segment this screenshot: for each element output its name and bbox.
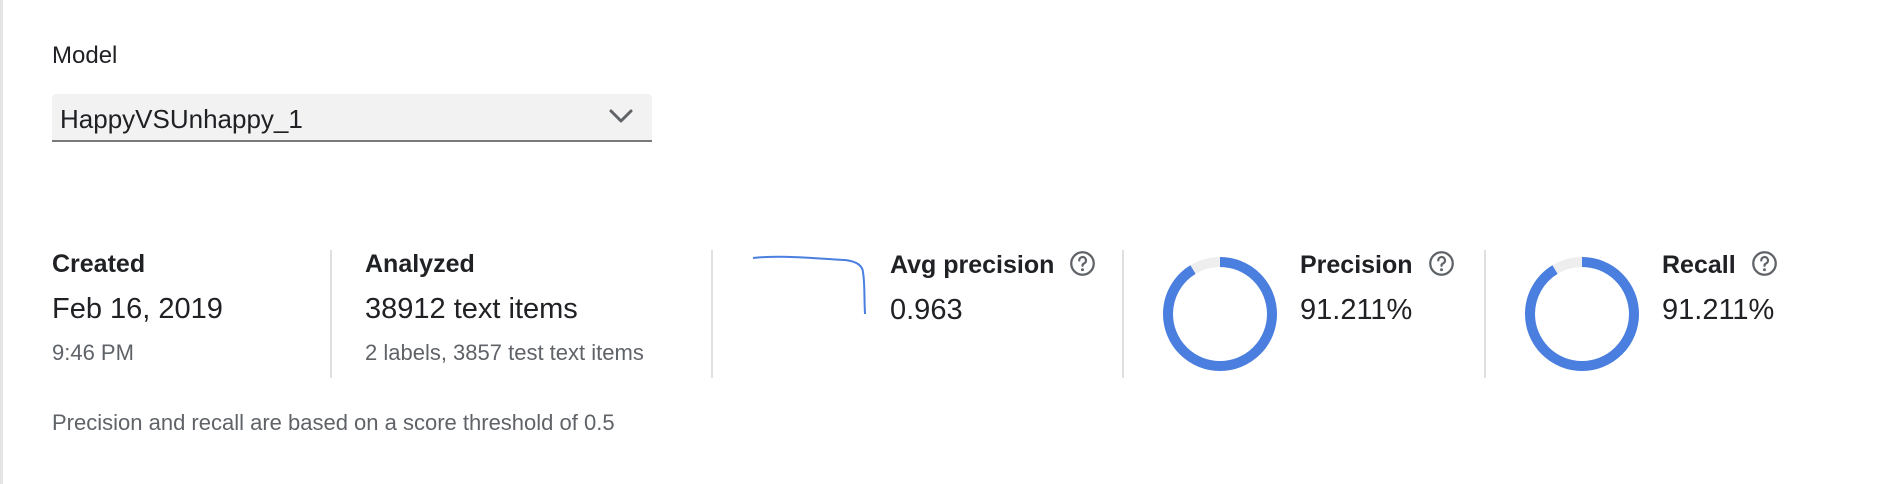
help-circle-icon[interactable]	[1069, 250, 1096, 277]
help-circle-icon[interactable]	[1428, 250, 1455, 277]
created-date: Feb 16, 2019	[52, 293, 223, 325]
model-label: Model	[52, 42, 118, 69]
precision-title: Precision	[1300, 251, 1413, 279]
divider	[330, 250, 332, 378]
created-title: Created	[52, 250, 146, 278]
avg-precision-value: 0.963	[890, 294, 963, 326]
model-select-value: HappyVSUnhappy_1	[60, 104, 303, 134]
analyzed-count: 38912 text items	[365, 293, 578, 325]
precision-stat: Precision 91.211%	[1300, 250, 1455, 327]
recall-donut	[1525, 257, 1639, 371]
created-stat: Created Feb 16, 2019 9:46 PM	[52, 250, 223, 366]
avg-precision-stat: Avg precision 0.963	[890, 250, 1096, 327]
left-border	[0, 0, 3, 484]
analyzed-stat: Analyzed 38912 text items 2 labels, 3857…	[365, 250, 644, 366]
analyzed-detail: 2 labels, 3857 test text items	[365, 340, 644, 365]
donut-fill	[1163, 257, 1277, 371]
analyzed-title: Analyzed	[365, 250, 475, 278]
avg-precision-title: Avg precision	[890, 251, 1055, 279]
recall-value: 91.211%	[1662, 294, 1775, 326]
divider	[1484, 250, 1486, 378]
recall-title: Recall	[1662, 251, 1736, 279]
chevron-down-icon	[609, 109, 633, 123]
divider	[711, 250, 713, 378]
divider	[1122, 250, 1124, 378]
model-select[interactable]: HappyVSUnhappy_1	[52, 94, 652, 142]
threshold-footnote: Precision and recall are based on a scor…	[52, 410, 615, 435]
precision-recall-curve	[752, 255, 866, 315]
donut-fill	[1525, 257, 1639, 371]
help-circle-icon[interactable]	[1751, 250, 1778, 277]
created-time: 9:46 PM	[52, 340, 134, 365]
recall-stat: Recall 91.211%	[1662, 250, 1778, 327]
precision-donut	[1163, 257, 1277, 371]
precision-value: 91.211%	[1300, 294, 1413, 326]
